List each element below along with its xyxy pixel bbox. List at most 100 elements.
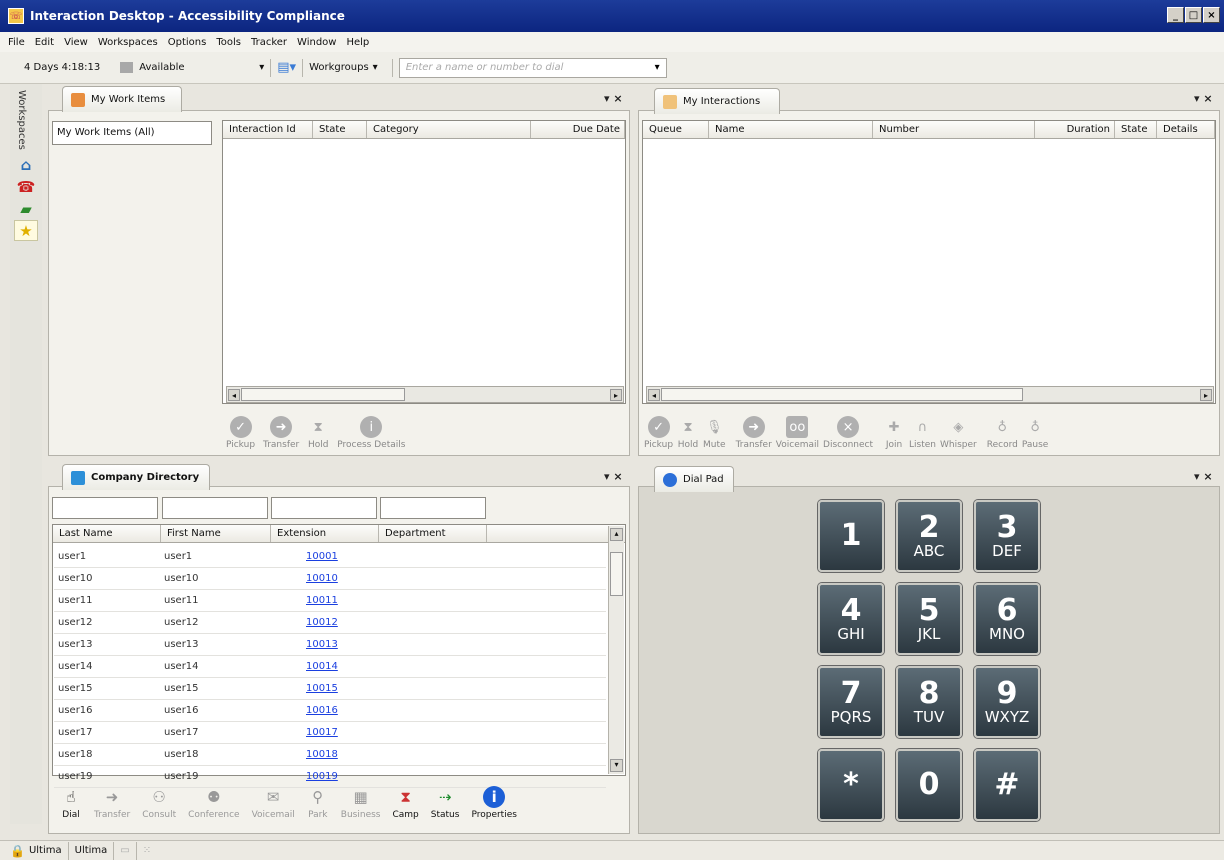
- column-header[interactable]: Extension: [271, 525, 379, 542]
- column-header[interactable]: Department: [379, 525, 487, 542]
- key-0[interactable]: 0: [896, 749, 962, 821]
- horizontal-scrollbar[interactable]: ◂ ▸: [646, 386, 1214, 403]
- table-row[interactable]: user18 user18 10018: [54, 744, 606, 766]
- key-3[interactable]: 3 DEF: [974, 500, 1040, 572]
- extension-link[interactable]: 10018: [270, 749, 378, 760]
- table-row[interactable]: user13 user13 10013: [54, 634, 606, 656]
- chevron-down-icon[interactable]: ▾: [655, 62, 660, 73]
- transfer-button[interactable]: ➜ Transfer: [88, 786, 136, 820]
- table-row[interactable]: user11 user11 10011: [54, 590, 606, 612]
- join-button[interactable]: ✚ Join: [883, 416, 905, 451]
- tab-my-work-items[interactable]: My Work Items: [62, 86, 182, 112]
- document-icon[interactable]: ▤▾: [277, 60, 296, 75]
- hold-button[interactable]: ⧗ Hold: [677, 416, 699, 451]
- table-row[interactable]: user12 user12 10012: [54, 612, 606, 634]
- extension-link[interactable]: 10010: [270, 573, 378, 584]
- park-button[interactable]: ⚲ Park: [301, 786, 335, 820]
- pane-close-icon[interactable]: ▾ ×: [1194, 92, 1213, 105]
- transfer-button[interactable]: ➜ Transfer: [263, 416, 299, 450]
- horizontal-scrollbar[interactable]: ◂ ▸: [226, 386, 624, 403]
- extension-link[interactable]: 10013: [270, 639, 378, 650]
- dial-button[interactable]: ☝ Dial: [54, 786, 88, 820]
- whisper-button[interactable]: ◈ Whisper: [940, 416, 977, 451]
- pane-close-icon[interactable]: ▾ ×: [604, 92, 623, 105]
- status-dropdown[interactable]: Available: [139, 62, 259, 73]
- department-filter[interactable]: [380, 497, 486, 519]
- column-header[interactable]: First Name: [161, 525, 271, 542]
- dial-input[interactable]: Enter a name or number to dial ▾: [398, 57, 667, 78]
- table-row[interactable]: user14 user14 10014: [54, 656, 606, 678]
- voicemail-button[interactable]: oo Voicemail: [776, 416, 819, 450]
- listen-button[interactable]: ∩ Listen: [909, 416, 936, 451]
- menu-help[interactable]: Help: [346, 37, 369, 48]
- key-6[interactable]: 6 MNO: [974, 583, 1040, 655]
- process-details-button[interactable]: i Process Details: [337, 416, 405, 450]
- column-header[interactable]: State: [313, 121, 367, 138]
- menu-tools[interactable]: Tools: [216, 37, 241, 48]
- column-header[interactable]: Details: [1157, 121, 1215, 138]
- column-header[interactable]: Duration: [1035, 121, 1115, 138]
- record-button[interactable]: ♁ Record: [987, 416, 1018, 451]
- key-1[interactable]: 1: [818, 500, 884, 572]
- minimize-button[interactable]: _: [1167, 7, 1184, 23]
- extension-link[interactable]: 10001: [270, 551, 378, 562]
- key-5[interactable]: 5 JKL: [896, 583, 962, 655]
- mute-button[interactable]: 🎙 Mute: [703, 416, 726, 451]
- key-hash[interactable]: #: [974, 749, 1040, 821]
- menu-tracker[interactable]: Tracker: [251, 37, 287, 48]
- pause-button[interactable]: ♁ Pause: [1022, 416, 1048, 451]
- extension-link[interactable]: 10015: [270, 683, 378, 694]
- table-row[interactable]: user16 user16 10016: [54, 700, 606, 722]
- maximize-button[interactable]: □: [1185, 7, 1202, 23]
- key-8[interactable]: 8 TUV: [896, 666, 962, 738]
- column-header[interactable]: Queue: [643, 121, 709, 138]
- extension-filter[interactable]: [271, 497, 377, 519]
- close-button[interactable]: ×: [1203, 7, 1220, 23]
- chevron-down-icon[interactable]: ▾: [373, 62, 378, 73]
- menu-workspaces[interactable]: Workspaces: [98, 37, 158, 48]
- table-row[interactable]: user15 user15 10015: [54, 678, 606, 700]
- extension-link[interactable]: 10016: [270, 705, 378, 716]
- star-icon[interactable]: ★: [14, 220, 38, 241]
- key-7[interactable]: 7 PQRS: [818, 666, 884, 738]
- hold-button[interactable]: ⧗ Hold: [307, 416, 329, 451]
- tab-company-directory[interactable]: Company Directory: [62, 464, 210, 490]
- last-name-filter[interactable]: [52, 497, 158, 519]
- column-header[interactable]: Number: [873, 121, 1035, 138]
- table-row[interactable]: user1 user1 10001: [54, 546, 606, 568]
- tree-item-all[interactable]: My Work Items (All): [52, 121, 212, 145]
- column-header[interactable]: Last Name: [53, 525, 161, 542]
- folder-icon[interactable]: ▰: [14, 198, 38, 219]
- extension-link[interactable]: 10017: [270, 727, 378, 738]
- menu-window[interactable]: Window: [297, 37, 336, 48]
- home-icon[interactable]: ⌂: [14, 154, 38, 175]
- camp-button[interactable]: ⧗ Camp: [386, 786, 424, 820]
- voicemail-button[interactable]: ✉ Voicemail: [246, 786, 301, 820]
- column-header[interactable]: State: [1115, 121, 1157, 138]
- status-button[interactable]: ⇢ Status: [425, 786, 466, 820]
- column-header[interactable]: Due Date: [531, 121, 625, 138]
- menu-edit[interactable]: Edit: [35, 37, 54, 48]
- column-header[interactable]: Name: [709, 121, 873, 138]
- extension-link[interactable]: 10011: [270, 595, 378, 606]
- key-2[interactable]: 2 ABC: [896, 500, 962, 572]
- tab-dial-pad[interactable]: Dial Pad: [654, 466, 734, 492]
- column-header[interactable]: Interaction Id: [223, 121, 313, 138]
- chevron-down-icon[interactable]: ▾: [259, 62, 264, 73]
- first-name-filter[interactable]: [162, 497, 268, 519]
- extension-link[interactable]: 10014: [270, 661, 378, 672]
- business-button[interactable]: ▦ Business: [335, 786, 387, 820]
- disconnect-button[interactable]: × Disconnect: [823, 416, 873, 450]
- transfer-button[interactable]: ➜ Transfer: [736, 416, 772, 450]
- key-4[interactable]: 4 GHI: [818, 583, 884, 655]
- tab-my-interactions[interactable]: My Interactions: [654, 88, 780, 114]
- menu-view[interactable]: View: [64, 37, 88, 48]
- column-header[interactable]: Category: [367, 121, 531, 138]
- table-row[interactable]: user17 user17 10017: [54, 722, 606, 744]
- pickup-button[interactable]: ✓ Pickup: [644, 416, 673, 450]
- properties-button[interactable]: i Properties: [465, 786, 522, 820]
- menu-options[interactable]: Options: [168, 37, 207, 48]
- key-star[interactable]: *: [818, 749, 884, 821]
- key-9[interactable]: 9 WXYZ: [974, 666, 1040, 738]
- pickup-button[interactable]: ✓ Pickup: [226, 416, 255, 450]
